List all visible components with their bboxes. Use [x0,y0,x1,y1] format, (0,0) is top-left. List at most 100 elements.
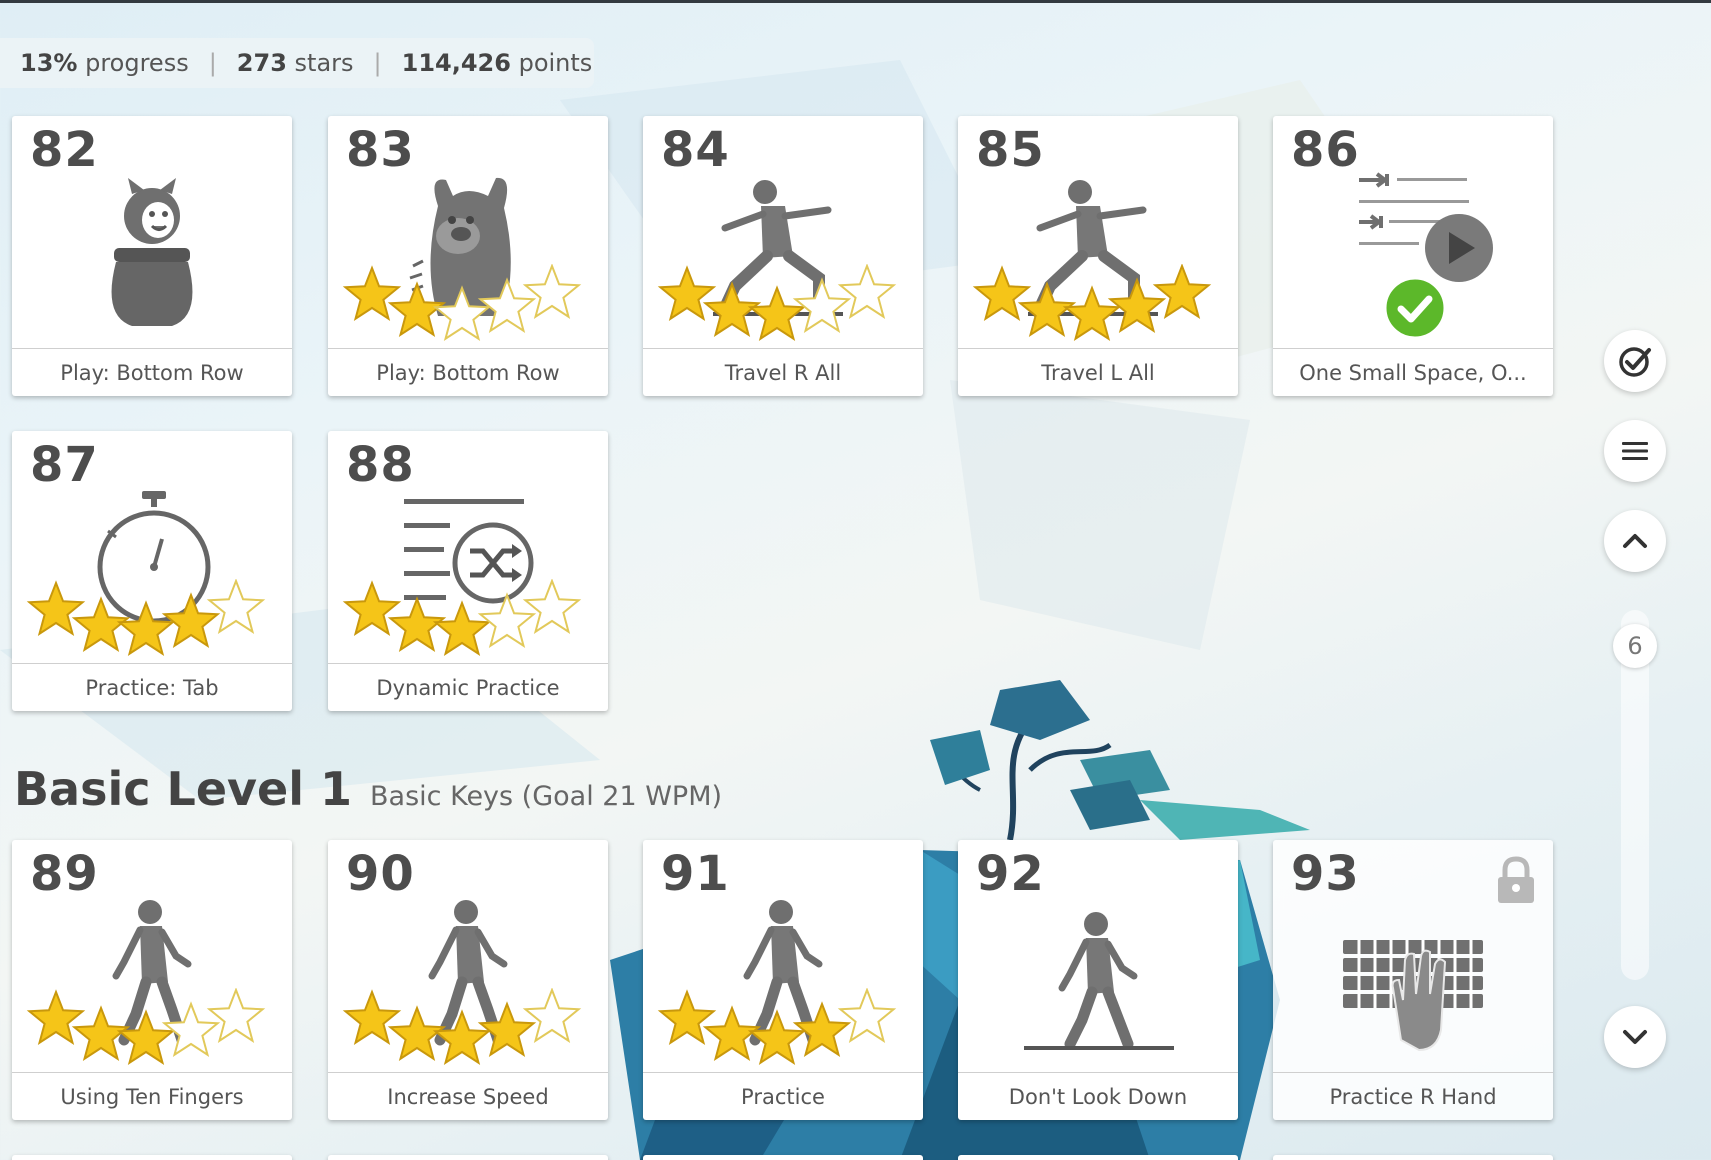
star-empty-icon [206,988,266,1043]
star-empty-icon [477,592,537,648]
star-empty-icon [792,277,852,333]
star-filled-icon [116,1009,176,1065]
lesson-title: Practice: Tab [12,663,292,711]
star-filled-icon [342,580,402,636]
lesson-card-91[interactable]: 91 Practice [643,840,923,1120]
star-filled-icon [387,596,447,652]
lesson-title: Practice [643,1072,923,1120]
star-filled-icon [26,580,86,636]
lesson-card-82[interactable]: 82 Play: Bottom Row [12,116,292,396]
star-filled-icon [432,1009,492,1065]
completed-filter-button[interactable] [1604,330,1666,392]
progress-label: progress [85,49,189,77]
lesson-card-86[interactable]: 86 One Small Space, O... [1273,116,1553,396]
lesson-card-partial[interactable] [643,1155,923,1160]
check-circle-icon [1619,347,1651,377]
lesson-title: One Small Space, O... [1273,348,1553,396]
star-rating [657,988,897,1065]
star-rating [26,579,266,656]
chevron-up-icon [1623,534,1647,548]
star-filled-icon [387,1005,447,1061]
lesson-title: Practice R Hand [1273,1072,1553,1120]
completed-check-icon [1383,276,1447,340]
section-heading: Basic Level 1 Basic Keys (Goal 21 WPM) [14,762,722,816]
lesson-card-90[interactable]: 90 Increase Speed [328,840,608,1120]
section-title: Basic Level 1 [14,762,353,816]
lesson-card-partial[interactable] [328,1155,608,1160]
star-filled-icon [657,265,717,321]
star-filled-icon [71,596,131,652]
lesson-card-partial[interactable] [12,1155,292,1160]
star-empty-icon [522,988,582,1043]
star-filled-icon [116,600,176,656]
star-rating [26,988,266,1065]
menu-button[interactable] [1604,420,1666,482]
star-empty-icon [206,579,266,634]
lesson-card-87[interactable]: 87 Practice: Tab [12,431,292,711]
walking-person-icon [1024,912,1174,1050]
star-filled-icon [747,285,807,341]
star-filled-icon [1062,285,1122,341]
menu-icon [1622,442,1648,460]
lesson-title: Travel L All [958,348,1238,396]
star-empty-icon [522,264,582,319]
star-filled-icon [702,1005,762,1061]
star-filled-icon [1017,281,1077,337]
star-filled-icon [342,989,402,1045]
star-filled-icon [71,1005,131,1061]
lesson-card-83[interactable]: 83 Play: Bottom Row [328,116,608,396]
star-empty-icon [477,277,537,333]
scroll-down-button[interactable] [1604,1006,1666,1068]
star-filled-icon [161,592,221,648]
stats-separator: | [373,49,382,77]
lesson-title: Increase Speed [328,1072,608,1120]
star-filled-icon [1107,277,1167,333]
star-empty-icon [837,264,897,319]
star-filled-icon [387,281,447,337]
stars-label: stars [294,49,354,77]
lesson-title: Dynamic Practice [328,663,608,711]
points-value: 114,426 [401,49,511,77]
lesson-title: Play: Bottom Row [328,348,608,396]
lesson-card-partial[interactable] [958,1155,1238,1160]
star-rating [972,264,1212,341]
star-filled-icon [702,281,762,337]
star-filled-icon [477,1001,537,1057]
lesson-card-85[interactable]: 85 Travel L All [958,116,1238,396]
lesson-card-84[interactable]: 84 Travel R All [643,116,923,396]
lesson-title: Don't Look Down [958,1072,1238,1120]
star-empty-icon [161,1001,221,1057]
lesson-title: Play: Bottom Row [12,348,292,396]
lesson-title: Using Ten Fingers [12,1072,292,1120]
progress-stats-bar: 13% progress | 273 stars | 114,426 point… [0,38,594,88]
star-empty-icon [522,579,582,634]
section-subtitle: Basic Keys (Goal 21 WPM) [370,781,723,812]
star-rating [342,988,582,1065]
stats-separator: | [208,49,217,77]
star-filled-icon [26,989,86,1045]
star-filled-icon [972,265,1032,321]
star-empty-icon [837,988,897,1043]
lesson-card-88[interactable]: 88 Dynamic Practice [328,431,608,711]
scroll-up-button[interactable] [1604,510,1666,572]
points-label: points [518,49,593,77]
star-filled-icon [792,1001,852,1057]
lesson-card-partial[interactable] [1273,1155,1553,1160]
lesson-card-89[interactable]: 89 Using Ten Fingers [12,840,292,1120]
star-filled-icon [747,1009,807,1065]
jar-creature-icon [111,178,193,326]
star-rating [342,579,582,656]
progress-value: 13% [20,49,78,77]
lesson-card-93[interactable]: 93 Practice R Hand [1273,840,1553,1120]
star-filled-icon [657,989,717,1045]
star-empty-icon [432,285,492,341]
lesson-card-92[interactable]: 92 Don't Look Down [958,840,1238,1120]
keyboard-hand-icon [1343,940,1483,1052]
star-rating [657,264,897,341]
star-filled-icon [432,600,492,656]
stars-value: 273 [236,49,287,77]
star-filled-icon [1152,264,1212,319]
scroll-position-indicator[interactable]: 6 [1613,624,1657,668]
lesson-title: Travel R All [643,348,923,396]
star-rating [342,264,582,341]
